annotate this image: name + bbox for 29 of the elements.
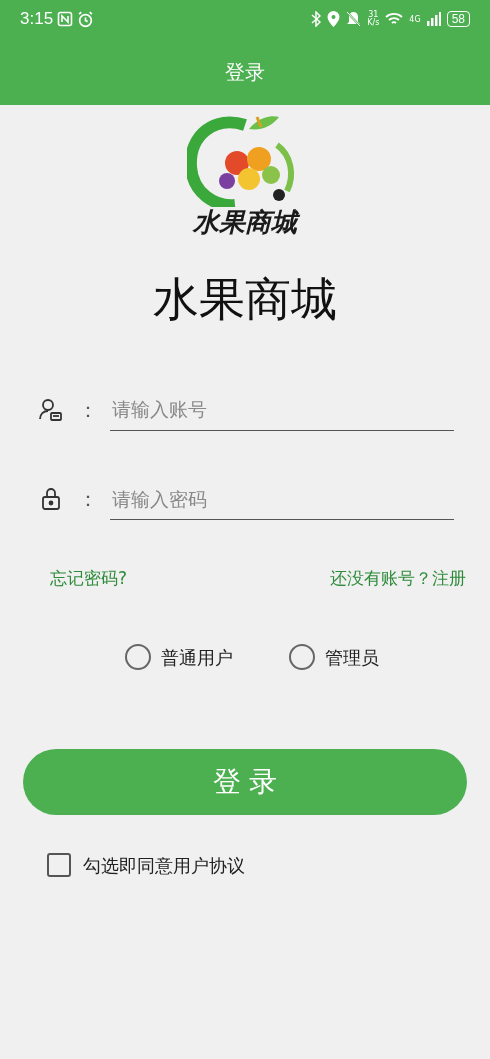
status-time: 3:15 — [20, 8, 54, 31]
field-separator: ： — [77, 486, 99, 514]
wifi-icon — [385, 12, 404, 26]
net-speed-value: 31 — [368, 11, 379, 19]
signal-icon — [426, 12, 441, 26]
nfc-icon — [57, 11, 74, 27]
net-speed-unit: K/s — [367, 19, 380, 27]
text-field[interactable]: 请输入密码 — [110, 478, 454, 520]
agreement-label: 勾选即同意用户协议 — [83, 853, 245, 878]
app-title: 水果商城 — [153, 271, 337, 327]
alarm-icon — [77, 10, 95, 28]
radio-button[interactable] — [125, 644, 151, 670]
user-icon — [38, 396, 64, 423]
radio-label: 管理员 — [325, 645, 379, 670]
bluetooth-icon — [311, 11, 322, 27]
register-link[interactable]: 还没有账号？注册 — [330, 566, 466, 592]
checkbox[interactable] — [47, 853, 71, 877]
lock-icon — [40, 487, 62, 512]
forgot-password-link[interactable]: 忘记密码? — [50, 566, 128, 592]
app-bar-title: 登录 — [225, 58, 265, 86]
battery-indicator: 58 — [446, 11, 470, 27]
text-field[interactable]: 请输入账号 — [110, 389, 454, 431]
field-separator: ： — [77, 396, 99, 424]
radio-label: 普通用户 — [161, 645, 233, 670]
network-type: 4G — [409, 14, 421, 26]
radio-button[interactable] — [289, 644, 315, 670]
login-button[interactable]: 登 录 — [23, 748, 467, 815]
mute-icon — [346, 11, 362, 27]
location-icon — [327, 11, 341, 27]
